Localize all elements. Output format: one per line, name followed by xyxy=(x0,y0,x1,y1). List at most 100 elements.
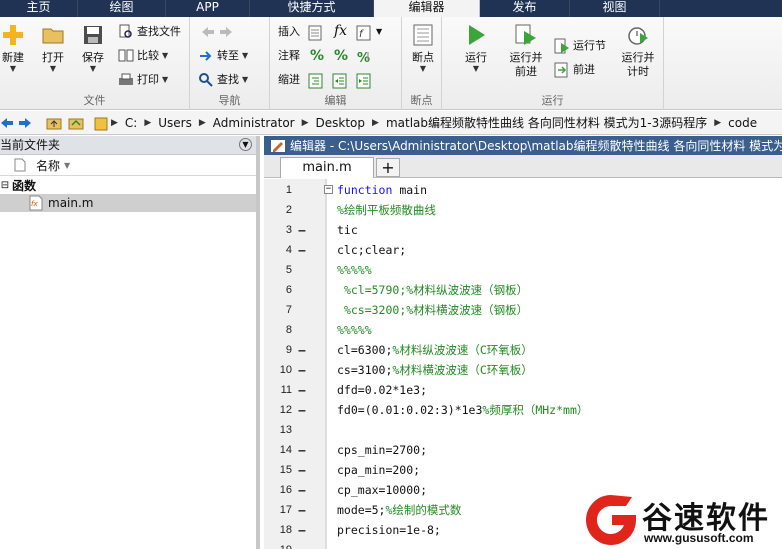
code-line[interactable]: 13 xyxy=(264,420,782,440)
tab-home[interactable]: 主页 xyxy=(0,0,78,17)
code-text: %%%%% xyxy=(337,323,372,337)
file-row-main[interactable]: fx main.m xyxy=(0,194,256,212)
code-line[interactable]: 2 %绘制平板频散曲线 xyxy=(264,200,782,220)
smart-indent-icon[interactable] xyxy=(308,73,324,89)
code-line[interactable]: 14 — cps_min=2700; xyxy=(264,440,782,460)
code-line[interactable]: 7 %cs=3200;%材料横波波速（钢板） xyxy=(264,300,782,320)
editor-tab-main[interactable]: main.m xyxy=(280,157,374,178)
breakpoint-marker[interactable]: — xyxy=(298,500,306,520)
address-bar: ▶ C: ▶ Users ▶ Administrator ▶ Desktop ▶… xyxy=(0,111,782,135)
tab-plots[interactable]: 绘图 xyxy=(78,0,166,17)
fold-collapse-icon[interactable]: − xyxy=(324,185,333,194)
editor-title: 编辑器 - C:\Users\Administrator\Desktop\mat… xyxy=(290,138,782,153)
breakpoint-marker[interactable]: — xyxy=(298,540,306,549)
wrap-comments-icon[interactable]: % xyxy=(356,49,372,65)
code-line[interactable]: 12 — fd0=(0.01:0.02:3)*1e3%频厚积（MHz*mm） xyxy=(264,400,782,420)
line-number: 2 xyxy=(285,204,292,216)
folder-row[interactable]: ⊟ 函数 xyxy=(0,176,256,194)
path-separator: ▶ xyxy=(714,117,722,128)
path-segment[interactable]: Users xyxy=(154,116,196,130)
run-and-time-button[interactable]: 运行并 计时 xyxy=(616,23,660,79)
insert-button[interactable]: 插入 xyxy=(278,23,300,41)
insert-function-icon[interactable]: f xyxy=(356,25,372,41)
back-arrow-icon[interactable] xyxy=(0,116,14,130)
browse-folder-icon[interactable] xyxy=(68,115,84,131)
name-column-header[interactable]: 名称 ▼ xyxy=(0,155,256,176)
new-tab-button[interactable]: + xyxy=(376,158,400,177)
line-number: 15 xyxy=(279,464,292,476)
code-line[interactable]: 15 — cpa_min=200; xyxy=(264,460,782,480)
code-line[interactable]: 1 − function main xyxy=(264,180,782,200)
tab-view[interactable]: 视图 xyxy=(570,0,660,17)
back-forward-buttons[interactable] xyxy=(200,23,237,41)
floppy-icon xyxy=(84,26,102,44)
run-button[interactable]: 运行 ▼ xyxy=(458,23,494,73)
save-button[interactable]: 保存 ▼ xyxy=(78,23,108,73)
path-segment[interactable]: code xyxy=(724,116,761,130)
advance-button[interactable]: 前进 xyxy=(554,61,595,79)
increase-indent-icon[interactable] xyxy=(332,73,348,89)
path-separator: ▶ xyxy=(111,117,118,128)
name-column-label: 名称 xyxy=(36,158,61,173)
code-line[interactable]: 3 — tic xyxy=(264,220,782,240)
breakpoint-marker[interactable]: — xyxy=(298,340,306,360)
comment-button[interactable]: 注释 xyxy=(278,47,300,65)
code-line[interactable]: 11 — dfd=0.02*1e3; xyxy=(264,380,782,400)
run-section-button[interactable]: 运行节 xyxy=(554,37,606,55)
editor-panel: 编辑器 - C:\Users\Administrator\Desktop\mat… xyxy=(264,136,782,549)
breakpoint-marker[interactable]: — xyxy=(298,240,306,260)
find-files-button[interactable]: 查找文件 xyxy=(118,23,181,41)
code-line[interactable]: 10 — cs=3100;%材料横波波速（C环氧板） xyxy=(264,360,782,380)
breakpoint-marker[interactable]: — xyxy=(298,460,306,480)
forward-arrow-icon[interactable] xyxy=(18,116,32,130)
pane-menu-icon[interactable]: ▼ xyxy=(239,138,252,151)
breakpoint-marker[interactable]: — xyxy=(298,520,306,540)
breakpoint-marker[interactable]: — xyxy=(298,220,306,240)
new-label: 新建 xyxy=(2,51,24,64)
goto-button[interactable]: 转至 ▼ xyxy=(198,47,248,65)
up-folder-icon[interactable] xyxy=(46,115,62,131)
code-line[interactable]: 6 %cl=5790;%材料纵波波速（钢板） xyxy=(264,280,782,300)
code-line[interactable]: 4 — clc;clear; xyxy=(264,240,782,260)
breakpoint-marker[interactable]: — xyxy=(298,380,306,400)
chevron-down-icon[interactable]: ▼ xyxy=(376,27,382,36)
tab-apps[interactable]: APP xyxy=(166,0,250,17)
path-segment[interactable]: C: xyxy=(121,116,141,130)
compare-button[interactable]: 比较 ▼ xyxy=(118,47,168,65)
code-text: tic xyxy=(337,223,358,237)
breakpoint-marker[interactable]: — xyxy=(298,480,306,500)
run-and-advance-button[interactable]: 运行并 前进 xyxy=(504,23,548,79)
indent-button[interactable]: 缩进 xyxy=(278,71,300,89)
uncomment-percent-icon[interactable]: % xyxy=(334,48,348,64)
print-button[interactable]: 打印 ▼ xyxy=(118,71,168,89)
tab-shortcuts[interactable]: 快捷方式 xyxy=(250,0,374,17)
code-line[interactable]: 5%%%%% xyxy=(264,260,782,280)
breakpoint-marker[interactable]: — xyxy=(298,360,306,380)
insert-section-icon[interactable] xyxy=(308,25,324,41)
chevron-down-icon: ▼ xyxy=(89,64,97,73)
code-line[interactable]: 9 — cl=6300;%材料纵波波速（C环氧板） xyxy=(264,340,782,360)
stopwatch-icon xyxy=(628,27,648,45)
run-group: 运行 ▼ 运行并 前进 运行节 前进 运行并 计时 运行 xyxy=(442,17,664,110)
open-button[interactable]: 打开 ▼ xyxy=(38,23,68,73)
breakpoint-marker[interactable]: — xyxy=(298,400,306,420)
print-label: 打印 xyxy=(137,73,159,86)
comment-percent-icon[interactable]: % xyxy=(310,48,324,64)
new-button[interactable]: 新建 ▼ xyxy=(0,23,26,73)
fx-button[interactable]: fx xyxy=(334,23,347,39)
path-segment[interactable]: Desktop xyxy=(312,116,370,130)
decrease-indent-icon[interactable] xyxy=(356,73,372,89)
code-line[interactable]: 8%%%%% xyxy=(264,320,782,340)
run-and-time-label-2: 计时 xyxy=(627,65,649,78)
breakpoint-marker[interactable]: — xyxy=(298,440,306,460)
tab-publish[interactable]: 发布 xyxy=(480,0,570,17)
matlab-function-file-icon: fx xyxy=(29,195,43,211)
path-segment[interactable]: matlab编程频散特性曲线 各向同性材料 模式为1-3源码程序 xyxy=(382,114,711,131)
compare-label: 比较 xyxy=(137,49,159,62)
collapse-icon[interactable]: ⊟ xyxy=(0,180,10,191)
chevron-down-icon: ▼ xyxy=(162,51,169,60)
path-segment[interactable]: Administrator xyxy=(209,116,299,130)
find-button[interactable]: 查找 ▼ xyxy=(198,71,248,89)
breakpoints-button[interactable]: 断点 ▼ xyxy=(408,23,438,73)
tab-editor[interactable]: 编辑器 xyxy=(374,0,480,17)
